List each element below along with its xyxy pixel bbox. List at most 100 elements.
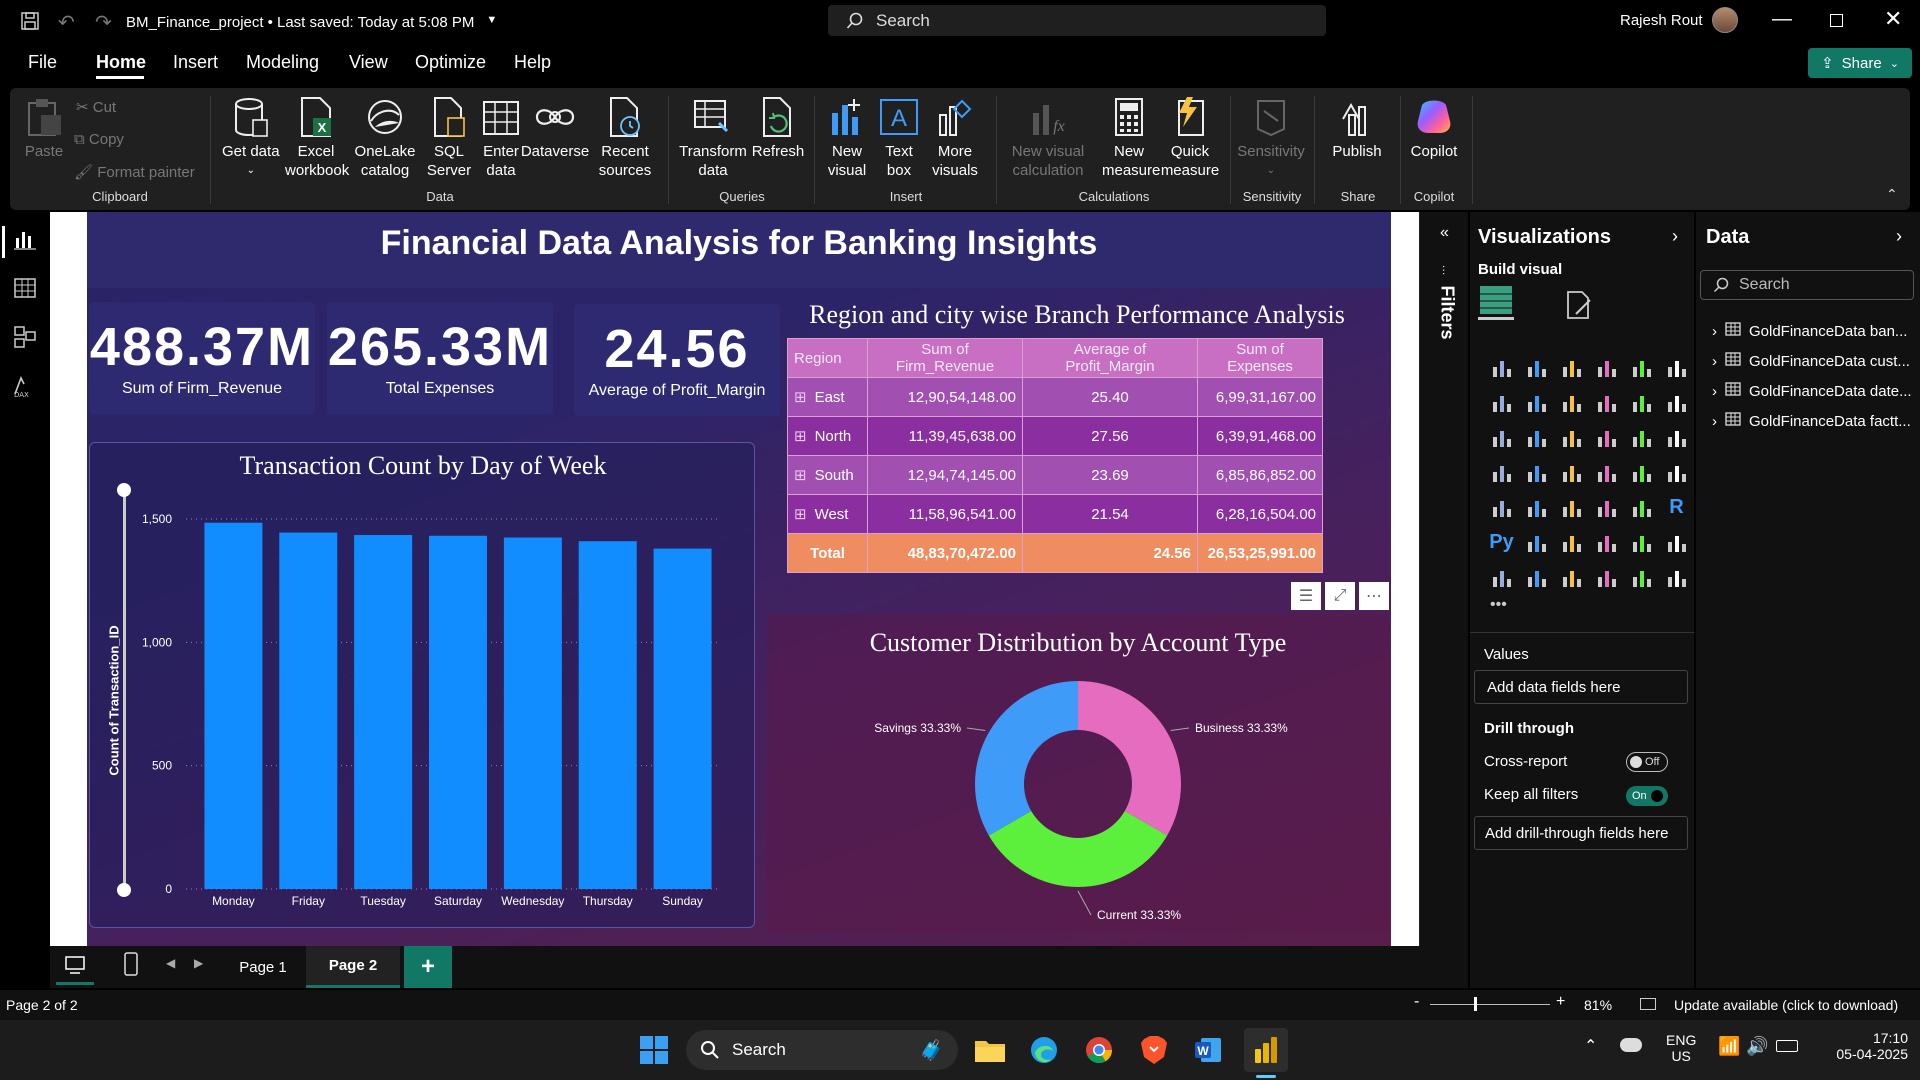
waterfall-icon[interactable] — [1519, 420, 1554, 455]
bar-chart-visual[interactable]: Transaction Count by Day of Week Count o… — [89, 442, 755, 928]
matrix-header[interactable]: Sum of Firm_Revenue — [867, 338, 1023, 378]
volume-icon[interactable]: 🔊 — [1746, 1036, 1768, 1057]
add-page-button[interactable]: + — [404, 946, 452, 988]
gauge-icon[interactable] — [1624, 455, 1659, 490]
transform-data-button[interactable]: Transform data — [668, 96, 758, 180]
matrix-row-header[interactable]: ⊞ North — [787, 416, 868, 456]
matrix-header[interactable]: Sum of Expenses — [1197, 338, 1323, 378]
line-icon[interactable] — [1484, 385, 1519, 420]
r-visual-icon[interactable]: R — [1659, 490, 1694, 525]
table-icon[interactable] — [1589, 490, 1624, 525]
onedrive-cloud-icon[interactable] — [1620, 1038, 1642, 1052]
expand-row-icon[interactable]: ⊞ — [794, 467, 807, 484]
chrome-browser-icon[interactable] — [1077, 1028, 1121, 1072]
chevron-right-icon[interactable]: › — [1712, 383, 1717, 400]
maximize-icon[interactable] — [1830, 14, 1843, 27]
get-data-button[interactable]: Get data ⌄ — [222, 96, 280, 180]
new-visual-calculation-button[interactable]: fx New visual calculation — [1000, 96, 1096, 180]
new-visual-button[interactable]: New visual — [822, 96, 872, 180]
zoom-out-icon[interactable]: - — [1414, 993, 1419, 1011]
line-column-icon[interactable] — [1624, 385, 1659, 420]
matrix-row-header[interactable]: ⊞ East — [787, 377, 868, 417]
bar[interactable] — [354, 535, 413, 889]
kpi-card-revenue[interactable]: 488.37M Sum of Firm_Revenue — [89, 302, 315, 414]
edge-browser-icon[interactable] — [1022, 1028, 1066, 1072]
expand-row-icon[interactable]: ⊞ — [794, 428, 807, 445]
matrix-row[interactable]: ⊞ East 12,90,54,148.00 25.40 6,99,31,167.00 — [787, 377, 1323, 417]
bar[interactable] — [279, 532, 338, 889]
menu-insert[interactable]: Insert — [173, 52, 218, 73]
python-visual-icon[interactable]: Py — [1484, 525, 1519, 560]
excel-workbook-button[interactable]: X Excel workbook — [272, 96, 360, 180]
more-visuals-button[interactable]: More visuals — [922, 96, 988, 180]
minimize-icon[interactable]: — — [1772, 8, 1792, 31]
keep-all-filters-toggle[interactable]: On — [1626, 786, 1668, 806]
user-name[interactable]: Rajesh Rout — [1620, 12, 1703, 29]
matrix-icon[interactable] — [1624, 490, 1659, 525]
trophy-icon[interactable] — [1659, 525, 1694, 560]
bar[interactable] — [653, 548, 712, 889]
data-table-item[interactable]: › GoldFinanceData factt... — [1712, 406, 1912, 436]
decomposition-tree-icon[interactable] — [1554, 525, 1589, 560]
onelake-catalog-button[interactable]: OneLake catalog — [352, 96, 418, 180]
prev-page-icon[interactable]: ◀ — [166, 956, 175, 970]
clustered-bar-icon[interactable] — [1554, 350, 1589, 385]
expand-row-icon[interactable]: ⊞ — [794, 506, 807, 523]
search-bar[interactable]: Search — [828, 5, 1326, 36]
kpi-icon[interactable] — [1519, 490, 1554, 525]
menu-file[interactable]: File — [28, 52, 57, 73]
recent-sources-button[interactable]: Recent sources — [590, 96, 660, 180]
add-drill-through-well[interactable]: Add drill-through fields here — [1474, 816, 1688, 850]
file-explorer-icon[interactable] — [968, 1028, 1012, 1072]
expand-right-icon[interactable]: › — [1672, 226, 1678, 247]
word-icon[interactable]: W — [1186, 1028, 1230, 1072]
chevron-right-icon[interactable]: › — [1712, 413, 1717, 430]
card-icon[interactable] — [1659, 455, 1694, 490]
focus-mode-icon[interactable]: ⤢ — [1325, 582, 1355, 610]
zoom-slider-thumb[interactable] — [1474, 997, 1477, 1011]
dataverse-button[interactable]: Dataverse — [521, 96, 589, 161]
slicer-icon[interactable] — [1554, 490, 1589, 525]
undo-icon[interactable]: ↶ — [58, 10, 75, 35]
close-icon[interactable]: ✕ — [1884, 6, 1902, 32]
fit-to-page-icon[interactable] — [1640, 998, 1656, 1010]
stacked-bar-icon[interactable] — [1484, 350, 1519, 385]
matrix-visual[interactable]: Region Sum of Firm_Revenue Average of Pr… — [787, 338, 1323, 573]
funnel-icon[interactable] — [1554, 420, 1589, 455]
matrix-header[interactable]: Region — [787, 338, 868, 378]
donut-chart-visual[interactable]: Customer Distribution by Account Type Bu… — [767, 614, 1389, 932]
pie-icon[interactable] — [1624, 420, 1659, 455]
format-visual-tab[interactable] — [1564, 290, 1594, 325]
kpi-card-expenses[interactable]: 265.33M Total Expenses — [327, 302, 553, 414]
page-tab-2[interactable]: Page 2 — [306, 946, 400, 988]
matrix-row[interactable]: ⊞ South 12,94,74,145.00 23.69 6,85,86,852.00 — [787, 455, 1323, 495]
clock[interactable]: 17:10 05-04-2025 — [1818, 1030, 1908, 1062]
desktop-layout-icon[interactable] — [64, 954, 86, 981]
avatar[interactable] — [1712, 7, 1738, 33]
matrix-header[interactable]: Average of Profit_Margin — [1022, 338, 1198, 378]
dax-query-view-icon[interactable]: DAX — [12, 374, 36, 403]
treemap-icon[interactable] — [1484, 455, 1519, 490]
key-influencers-icon[interactable] — [1519, 525, 1554, 560]
collapse-ribbon-icon[interactable]: ⌃ — [1886, 186, 1898, 203]
menu-optimize[interactable]: Optimize — [415, 52, 486, 73]
menu-home[interactable]: Home — [96, 52, 146, 73]
language-indicator[interactable]: ENG US — [1666, 1032, 1696, 1064]
donut-icon[interactable] — [1659, 420, 1694, 455]
new-card-icon[interactable] — [1589, 560, 1624, 595]
azure-map-icon[interactable] — [1589, 455, 1624, 490]
menu-modeling[interactable]: Modeling — [246, 52, 319, 73]
format-painter-button[interactable]: 🖌 Format painter — [74, 163, 195, 181]
bar[interactable] — [578, 541, 637, 889]
add-data-fields-well[interactable]: Add data fields here — [1474, 670, 1688, 704]
refresh-button[interactable]: Refresh — [750, 96, 806, 161]
redo-icon[interactable]: ↷ — [95, 10, 112, 35]
diamond-icon[interactable] — [1624, 560, 1659, 595]
publish-button[interactable]: Publish — [1322, 96, 1392, 161]
clustered-column-icon[interactable] — [1589, 350, 1624, 385]
data-search-input[interactable]: Search — [1700, 270, 1914, 300]
data-table-item[interactable]: › GoldFinanceData date... — [1712, 376, 1912, 406]
line-clustered-icon[interactable] — [1659, 385, 1694, 420]
filled-map-icon[interactable] — [1554, 455, 1589, 490]
show-hidden-icons[interactable]: ⌃ — [1584, 1036, 1597, 1056]
